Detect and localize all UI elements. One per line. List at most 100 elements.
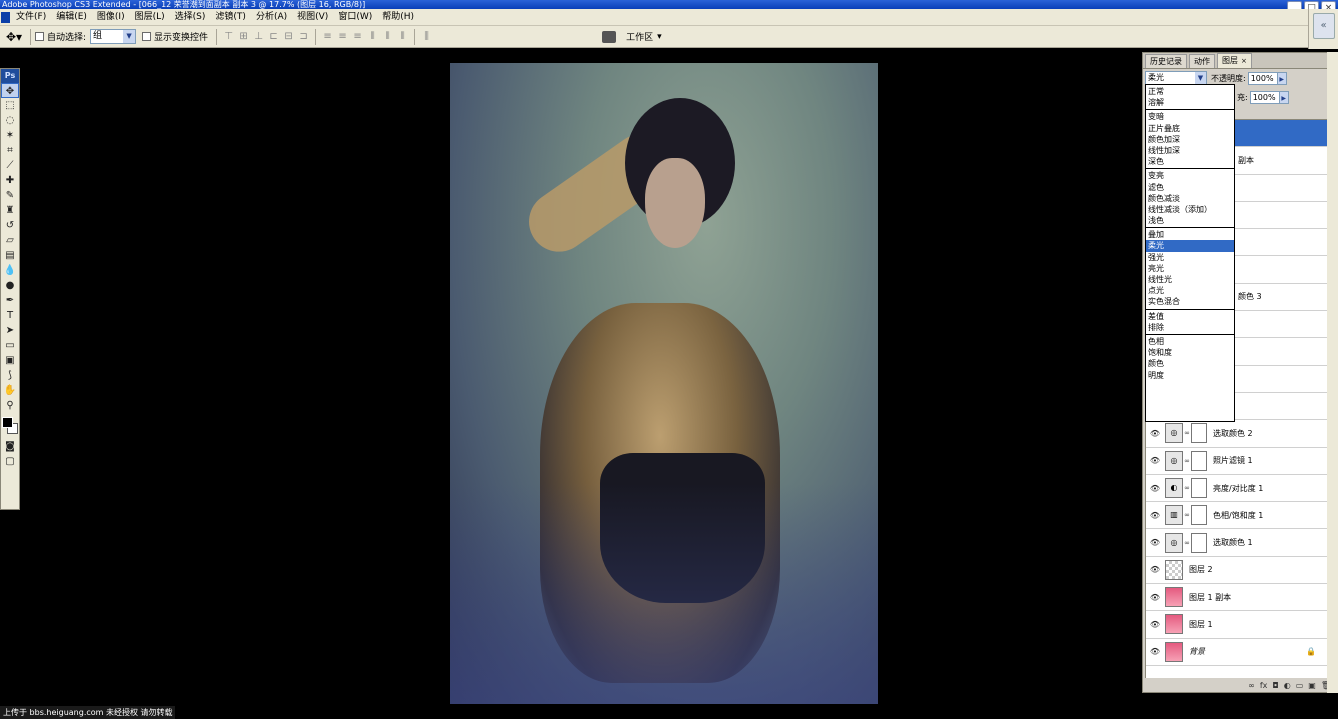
blend-option[interactable]: 变暗 [1146,111,1234,122]
eye-icon[interactable]: 👁 [1149,593,1161,602]
align-top-icon[interactable]: ⊤ [222,30,235,43]
align-right-icon[interactable]: ⊐ [297,30,310,43]
menu-view[interactable]: 视图(V) [292,9,333,26]
panel-scrollbar[interactable] [1327,52,1338,693]
notes-tool-icon[interactable]: ▣ [1,353,19,368]
dodge-tool-icon[interactable]: ● [1,278,19,293]
app-icon[interactable] [1,11,10,23]
blend-option[interactable]: 点光 [1146,285,1234,296]
new-group-icon[interactable]: ▭ [1296,681,1304,690]
close-icon[interactable]: × [1241,57,1247,65]
ps-logo-icon[interactable]: Ps [1,69,19,83]
eye-icon[interactable]: 👁 [1149,565,1161,574]
blend-option[interactable]: 变亮 [1146,170,1234,181]
blend-option[interactable]: 亮光 [1146,263,1234,274]
eyedropper-tool-icon[interactable]: ⟆ [1,368,19,383]
distribute-top-icon[interactable]: ≡ [321,30,334,43]
eye-icon[interactable]: 👁 [1149,538,1161,547]
move-tool-preset-icon[interactable]: ✥▾ [2,28,26,46]
blur-tool-icon[interactable]: 💧 [1,263,19,278]
history-brush-tool-icon[interactable]: ↺ [1,218,19,233]
blend-option[interactable]: 强光 [1146,252,1234,263]
eye-icon[interactable]: 👁 [1149,620,1161,629]
link-layers-icon[interactable]: ∞ [1248,681,1255,690]
gradient-tool-icon[interactable]: ▤ [1,248,19,263]
opacity-input[interactable]: 100% [1247,71,1278,85]
blend-option[interactable]: 实色混合 [1146,296,1234,307]
blend-option[interactable]: 差值 [1146,311,1234,322]
layer-row[interactable]: 👁 ◎ ∞ 选取颜色 2 [1146,420,1334,448]
blend-option[interactable]: 正常 [1146,86,1234,97]
eye-icon[interactable]: 👁 [1149,429,1161,438]
layer-style-icon[interactable]: fx [1260,681,1268,690]
eye-icon[interactable]: 👁 [1149,456,1161,465]
screen-mode-icon[interactable]: ▢ [1,454,19,469]
eye-icon[interactable]: 👁 [1149,647,1161,656]
tab-layers[interactable]: 图层 × [1217,53,1252,68]
blend-option[interactable]: 线性加深 [1146,145,1234,156]
quick-mask-icon[interactable]: ◙ [1,439,19,454]
document-canvas[interactable] [450,63,878,704]
blend-option[interactable]: 色相 [1146,336,1234,347]
menu-filter[interactable]: 滤镜(T) [210,9,251,26]
menu-edit[interactable]: 编辑(E) [51,9,92,26]
healing-brush-tool-icon[interactable]: ✚ [1,173,19,188]
menu-analysis[interactable]: 分析(A) [251,9,292,26]
blend-mode-select[interactable]: 柔光 ▼ [1145,71,1207,85]
distribute-left-icon[interactable]: ⦀ [366,30,379,43]
move-tool-icon[interactable]: ✥ [1,83,19,98]
layer-row[interactable]: 👁 ◎ ∞ 选取颜色 1 [1146,529,1334,557]
auto-select-checkbox[interactable] [35,32,44,41]
align-left-icon[interactable]: ⊏ [267,30,280,43]
layer-row[interactable]: 👁 ▥ ∞ 色相/饱和度 1 [1146,502,1334,530]
blend-option[interactable]: 颜色 [1146,358,1234,369]
blend-option[interactable]: 深色 [1146,156,1234,167]
blend-option[interactable]: 排除 [1146,322,1234,333]
hand-tool-icon[interactable]: ✋ [1,383,19,398]
layer-row[interactable]: 👁 ◎ ∞ 照片滤镜 1 [1146,448,1334,475]
opacity-slider-toggle-icon[interactable]: ▶ [1277,71,1287,85]
menu-layer[interactable]: 图层(L) [130,9,170,26]
blend-option[interactable]: 颜色减淡 [1146,193,1234,204]
blend-option[interactable]: 明度 [1146,370,1234,381]
layer-mask-thumb[interactable] [1191,423,1207,444]
layer-row[interactable]: 👁 图层 2 [1146,557,1334,585]
marquee-tool-icon[interactable]: ⬚ [1,98,19,113]
layer-row[interactable]: 👁 图层 1 [1146,611,1334,639]
layer-row[interactable]: 👁 背景 🔒 [1146,639,1334,666]
fill-slider-toggle-icon[interactable]: ▶ [1279,91,1289,104]
auto-align-icon[interactable]: ⫼ [420,30,433,43]
blend-option[interactable]: 正片叠底 [1146,123,1234,134]
layer-row[interactable]: 👁 图层 1 副本 [1146,584,1334,612]
blend-option[interactable]: 浅色 [1146,215,1234,226]
tab-history[interactable]: 历史记录 [1145,54,1187,68]
align-hcenter-icon[interactable]: ⊟ [282,30,295,43]
distribute-bottom-icon[interactable]: ≡ [351,30,364,43]
workspace-button[interactable]: 工作区 ▾ [626,30,662,44]
color-swatches[interactable] [1,413,19,439]
blend-option[interactable]: 线性减淡（添加） [1146,204,1234,215]
blend-option[interactable]: 溶解 [1146,97,1234,108]
magic-wand-tool-icon[interactable]: ✶ [1,128,19,143]
layer-mask-thumb[interactable] [1191,532,1207,553]
lasso-tool-icon[interactable]: ◌ [1,113,19,128]
menu-file[interactable]: 文件(F) [11,9,51,26]
eye-icon[interactable]: 👁 [1149,511,1161,520]
menu-window[interactable]: 窗口(W) [333,9,377,26]
align-bottom-icon[interactable]: ⊥ [252,30,265,43]
blend-option[interactable]: 叠加 [1146,229,1234,240]
collapse-dock-icon[interactable]: « [1312,13,1335,39]
distribute-hcenter-icon[interactable]: ⦀ [381,30,394,43]
distribute-vcenter-icon[interactable]: ≡ [336,30,349,43]
layer-mask-thumb[interactable] [1191,478,1207,498]
add-mask-icon[interactable]: ◘ [1272,681,1278,690]
shape-tool-icon[interactable]: ▭ [1,338,19,353]
blend-option[interactable]: 线性光 [1146,274,1234,285]
path-selection-tool-icon[interactable]: ➤ [1,323,19,338]
bridge-icon[interactable] [602,30,617,43]
tab-actions[interactable]: 动作 [1189,54,1215,68]
new-layer-icon[interactable]: ▣ [1308,681,1316,690]
pen-tool-icon[interactable]: ✒ [1,293,19,308]
layer-mask-thumb[interactable] [1191,505,1207,526]
type-tool-icon[interactable]: T [1,308,19,323]
